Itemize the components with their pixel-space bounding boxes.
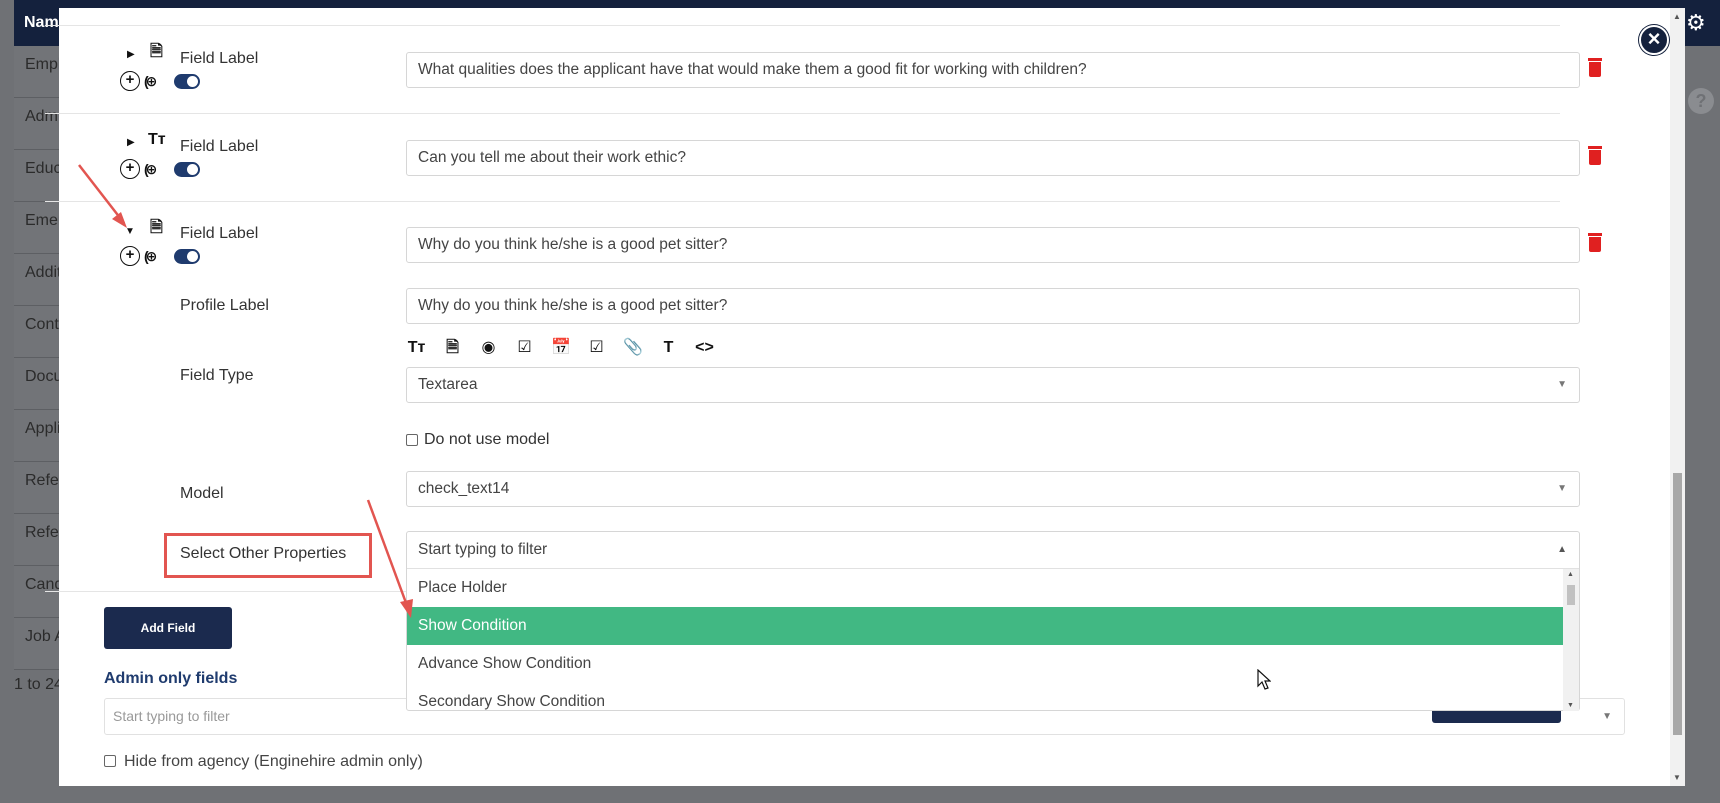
field-actions: + (⊕ xyxy=(120,246,200,266)
add-circle-icon[interactable]: + xyxy=(120,71,140,91)
hide-from-agency-checkbox[interactable] xyxy=(104,755,116,767)
paperclip-icon[interactable]: 📎 xyxy=(623,338,643,358)
divider xyxy=(45,25,1560,26)
add-nested-icon[interactable]: (⊕ xyxy=(144,159,168,179)
do-not-use-model-checkbox[interactable] xyxy=(406,434,418,446)
dropdown-option[interactable]: Place Holder xyxy=(407,569,1563,607)
chevron-up-icon: ▲ xyxy=(1557,544,1567,555)
field-toggle[interactable] xyxy=(174,161,200,177)
mouse-cursor-icon xyxy=(1257,669,1271,690)
profile-label-label: Profile Label xyxy=(180,297,269,314)
text-size-icon[interactable]: Tт xyxy=(407,338,426,358)
text-icon[interactable]: T xyxy=(659,338,678,358)
add-nested-icon[interactable]: (⊕ xyxy=(144,246,168,266)
trash-icon[interactable] xyxy=(1587,146,1603,166)
field-actions: + (⊕ xyxy=(120,159,200,179)
gear-icon[interactable]: ⚙ xyxy=(1686,10,1712,36)
field-type-select[interactable]: Textarea ▼ xyxy=(406,367,1580,403)
dropdown-option[interactable]: Advance Show Condition xyxy=(407,645,1563,683)
scroll-up-icon[interactable]: ▲ xyxy=(1673,12,1681,21)
field-label: Field Label xyxy=(180,225,259,242)
caret-down-icon[interactable]: ▼ xyxy=(125,226,137,238)
do-not-use-model-label: Do not use model xyxy=(424,431,550,448)
admin-fields-placeholder: Start typing to filter xyxy=(113,708,230,724)
modal-scrollbar[interactable]: ▲ ▼ xyxy=(1670,8,1685,786)
caret-right-icon[interactable]: ▶ xyxy=(127,49,139,61)
close-icon[interactable]: × xyxy=(1639,25,1669,55)
field-type-toolbar: Tт 🗎 ◉ ☑ 📅 ☑ 📎 T <> xyxy=(407,338,714,358)
other-properties-placeholder: Start typing to filter xyxy=(418,541,548,558)
modal-scroll-thumb[interactable] xyxy=(1673,473,1682,735)
model-label: Model xyxy=(180,485,224,502)
text-size-icon: Tт xyxy=(148,131,166,148)
field-type-value: Textarea xyxy=(418,376,478,393)
chevron-down-icon: ▼ xyxy=(1602,711,1612,722)
dropdown-option-highlighted[interactable]: Show Condition xyxy=(407,607,1563,645)
field-label-input[interactable]: Why do you think he/she is a good pet si… xyxy=(406,227,1580,263)
add-circle-icon[interactable]: + xyxy=(120,246,140,266)
dropdown-scroll-thumb[interactable] xyxy=(1567,585,1575,605)
admin-fields-title: Admin only fields xyxy=(104,670,238,687)
model-select[interactable]: check_text14 ▼ xyxy=(406,471,1580,507)
caret-right-icon[interactable]: ▶ xyxy=(127,137,139,149)
field-label: Field Label xyxy=(180,50,259,67)
dropdown-option[interactable]: Secondary Show Condition xyxy=(407,683,1563,721)
document-icon: 🗎 xyxy=(150,219,163,236)
field-toggle[interactable] xyxy=(174,248,200,264)
profile-label-input[interactable]: Why do you think he/she is a good pet si… xyxy=(406,288,1580,324)
background-name-column: Nam xyxy=(24,14,59,31)
scroll-down-icon[interactable]: ▼ xyxy=(1673,773,1681,782)
radio-icon[interactable]: ◉ xyxy=(479,338,498,358)
hide-from-agency-label: Hide from agency (Enginehire admin only) xyxy=(124,753,423,770)
trash-icon[interactable] xyxy=(1587,58,1603,78)
other-properties-label: Select Other Properties xyxy=(180,545,347,562)
field-label: Field Label xyxy=(180,138,259,155)
divider xyxy=(45,201,1560,202)
field-toggle[interactable] xyxy=(174,73,200,89)
model-value: check_text14 xyxy=(418,480,510,497)
field-actions: + (⊕ xyxy=(120,71,200,91)
multi-checkbox-icon[interactable]: ☑ xyxy=(587,338,606,358)
add-field-button[interactable]: Add Field xyxy=(104,607,232,649)
add-circle-icon[interactable]: + xyxy=(120,159,140,179)
chevron-down-icon: ▼ xyxy=(1557,483,1567,494)
document-icon[interactable]: 🗎 xyxy=(443,338,462,358)
help-icon[interactable]: ? xyxy=(1688,88,1714,114)
checkbox-icon[interactable]: ☑ xyxy=(515,338,534,358)
code-icon[interactable]: <> xyxy=(695,338,714,358)
background-pager: 1 to 24 xyxy=(14,676,63,693)
scroll-up-icon[interactable]: ▲ xyxy=(1567,571,1574,578)
divider xyxy=(45,113,1560,114)
other-properties-search[interactable]: Start typing to filter ▲ xyxy=(407,532,1579,569)
other-properties-dropdown: Start typing to filter ▲ Place Holder Sh… xyxy=(406,531,1580,711)
field-label-input[interactable]: What qualities does the applicant have t… xyxy=(406,52,1580,88)
scroll-down-icon[interactable]: ▼ xyxy=(1567,702,1574,709)
field-label-input[interactable]: Can you tell me about their work ethic? xyxy=(406,140,1580,176)
dropdown-scrollbar[interactable]: ▲ ▼ xyxy=(1563,569,1579,711)
add-nested-icon[interactable]: (⊕ xyxy=(144,71,168,91)
trash-icon[interactable] xyxy=(1587,233,1603,253)
chevron-down-icon: ▼ xyxy=(1557,379,1567,390)
field-type-label: Field Type xyxy=(180,367,254,384)
calendar-icon[interactable]: 📅 xyxy=(551,338,571,358)
document-icon: 🗎 xyxy=(150,43,163,60)
